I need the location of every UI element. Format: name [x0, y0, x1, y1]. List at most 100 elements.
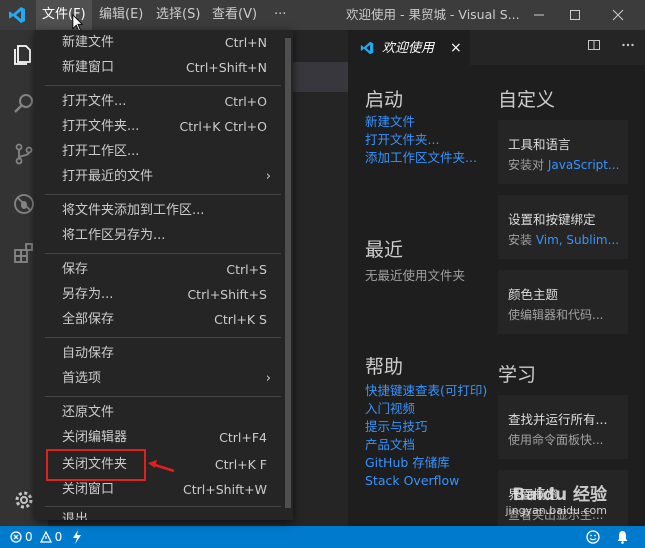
tab-welcome-label: 欢迎使用: [382, 41, 435, 56]
split-editor-icon: [588, 40, 600, 50]
more-actions-icon: [622, 43, 634, 47]
editor-tabs: 欢迎使用 ×: [348, 30, 645, 65]
tab-welcome[interactable]: 欢迎使用 ×: [348, 30, 470, 65]
title-bar: 文件(F) 编辑(E) 选择(S) 查看(V) ··· 欢迎使用 - 果贸城 -…: [0, 0, 645, 32]
error-count: 0: [25, 530, 33, 544]
menu-separator: [45, 506, 281, 507]
vscode-logo-icon: [9, 7, 25, 23]
menu-item-save[interactable]: 保存 Ctrl+S: [35, 257, 281, 282]
menu-scrollbar[interactable]: [285, 38, 291, 508]
recent-heading: 最近: [365, 239, 404, 261]
card-title: 颜色主题: [508, 287, 559, 302]
debug-icon[interactable]: [12, 192, 36, 216]
help-heading: 帮助: [365, 356, 404, 378]
menu-item-save-workspace-as[interactable]: 将工作区另存为...: [35, 223, 281, 248]
maximize-button[interactable]: [557, 0, 593, 30]
link-intro-videos[interactable]: 入门视频: [365, 400, 415, 418]
split-editor-button[interactable]: [584, 38, 604, 58]
card-title: 设置和按键绑定: [508, 212, 596, 227]
file-menu-dropdown: 新建文件 Ctrl+N 新建窗口 Ctrl+Shift+N 打开文件... Ctrl+…: [35, 30, 293, 520]
menu-separator: [45, 85, 281, 86]
menu-separator: [45, 194, 281, 195]
window-title: 欢迎使用 - 果贸城 - Visual S...: [346, 7, 520, 22]
feedback-button[interactable]: [586, 526, 600, 548]
settings-gear-icon[interactable]: [12, 488, 36, 512]
card-find-run-commands[interactable]: 查找并运行所有... 使用命令面板快...: [498, 395, 628, 459]
card-desc: 使用命令面板快...: [508, 433, 604, 447]
more-actions-button[interactable]: [618, 38, 638, 58]
close-icon: [612, 9, 624, 21]
menu-item-revert-file[interactable]: 还原文件: [35, 400, 281, 425]
card-settings-keybindings[interactable]: 设置和按键绑定 安装 Vim, Sublim...: [498, 195, 628, 259]
link-stack-overflow[interactable]: Stack Overflow: [365, 472, 459, 490]
card-desc: 使编辑器和代码...: [508, 308, 604, 322]
status-bar: 0 0: [0, 526, 645, 548]
link-keyboard-cheatsheet[interactable]: 快捷键速查表(可打印): [365, 382, 487, 400]
recent-empty-text: 无最近使用文件夹: [365, 268, 466, 283]
lightning-icon: [73, 530, 81, 544]
menu-item-save-all[interactable]: 全部保存 Ctrl+K S: [35, 307, 281, 332]
menu-view[interactable]: 查看(V): [206, 0, 263, 30]
card-desc: 安装对 JavaScript...: [508, 158, 620, 172]
annotation-arrow-icon: [148, 460, 175, 473]
error-icon: [10, 531, 22, 543]
start-heading: 启动: [365, 89, 404, 111]
welcome-page: 启动 新建文件 打开文件夹... 添加工作区文件夹... 最近 无最近使用文件夹…: [348, 65, 645, 526]
link-github-repo[interactable]: GitHub 存储库: [365, 454, 450, 472]
smiley-icon: [586, 530, 600, 544]
link-add-workspace-folder[interactable]: 添加工作区文件夹...: [365, 149, 477, 167]
card-color-theme[interactable]: 颜色主题 使编辑器和代码...: [498, 270, 628, 334]
watermark-logo-text: Baidu 经验: [512, 485, 607, 505]
annotation-highlight-box: [46, 449, 146, 481]
menu-item-new-window[interactable]: 新建窗口 Ctrl+Shift+N: [35, 55, 281, 80]
link-tips-tricks[interactable]: 提示与技巧: [365, 418, 428, 436]
menu-separator: [45, 253, 281, 254]
menu-item-open-file[interactable]: 打开文件... Ctrl+O: [35, 89, 281, 114]
close-window-button[interactable]: [600, 0, 636, 30]
minimize-button[interactable]: [521, 0, 557, 30]
baidu-watermark: Baidu 经验 jingyan.baidu.com: [485, 480, 615, 520]
menu-item-exit[interactable]: 退出: [35, 508, 281, 520]
watermark-url: jingyan.baidu.com: [505, 504, 607, 517]
source-control-icon[interactable]: [12, 142, 36, 166]
card-desc: 安装 Vim, Sublim...: [508, 233, 620, 247]
menu-item-add-folder-to-workspace[interactable]: 将文件夹添加到工作区...: [35, 198, 281, 223]
customize-heading: 自定义: [498, 89, 556, 111]
menu-item-open-recent[interactable]: 打开最近的文件 ›: [35, 164, 281, 189]
card-tools-languages[interactable]: 工具和语言 安装对 JavaScript...: [498, 120, 628, 184]
explorer-icon[interactable]: [12, 42, 36, 66]
menu-item-preferences[interactable]: 首选项 ›: [35, 366, 281, 391]
tab-close-button[interactable]: ×: [450, 31, 462, 66]
problems-indicator[interactable]: 0 0: [10, 526, 62, 548]
vscode-tab-icon: [360, 41, 374, 55]
submenu-chevron-icon: ›: [265, 169, 271, 184]
minimize-icon: [534, 14, 544, 16]
menu-item-close-editor[interactable]: 关闭编辑器 Ctrl+F4: [35, 425, 281, 450]
live-share-button[interactable]: [72, 526, 82, 548]
card-title: 查找并运行所有...: [508, 412, 608, 427]
warning-icon: [39, 531, 52, 543]
menu-separator: [45, 337, 281, 338]
menu-item-open-workspace[interactable]: 打开工作区...: [35, 139, 281, 164]
menu-item-save-as[interactable]: 另存为... Ctrl+Shift+S: [35, 282, 281, 307]
menu-edit[interactable]: 编辑(E): [93, 0, 149, 30]
submenu-chevron-icon: ›: [265, 371, 271, 386]
bell-icon: [617, 531, 628, 544]
card-title: 工具和语言: [508, 137, 571, 152]
menu-selection[interactable]: 选择(S): [150, 0, 206, 30]
notifications-button[interactable]: [616, 526, 629, 548]
extensions-icon[interactable]: [12, 242, 36, 266]
search-icon[interactable]: [12, 92, 36, 116]
menu-more[interactable]: ···: [268, 0, 292, 30]
link-new-file[interactable]: 新建文件: [365, 113, 415, 131]
menu-item-auto-save[interactable]: 自动保存: [35, 341, 281, 366]
learn-heading: 学习: [498, 364, 537, 386]
link-product-docs[interactable]: 产品文档: [365, 436, 415, 454]
menu-item-new-file[interactable]: 新建文件 Ctrl+N: [35, 30, 281, 55]
menu-item-open-folder[interactable]: 打开文件夹... Ctrl+K Ctrl+O: [35, 114, 281, 139]
menu-separator: [45, 396, 281, 397]
link-open-folder[interactable]: 打开文件夹...: [365, 131, 439, 149]
maximize-icon: [570, 10, 580, 20]
warning-count: 0: [54, 530, 63, 544]
sidebar-header: [292, 62, 348, 92]
